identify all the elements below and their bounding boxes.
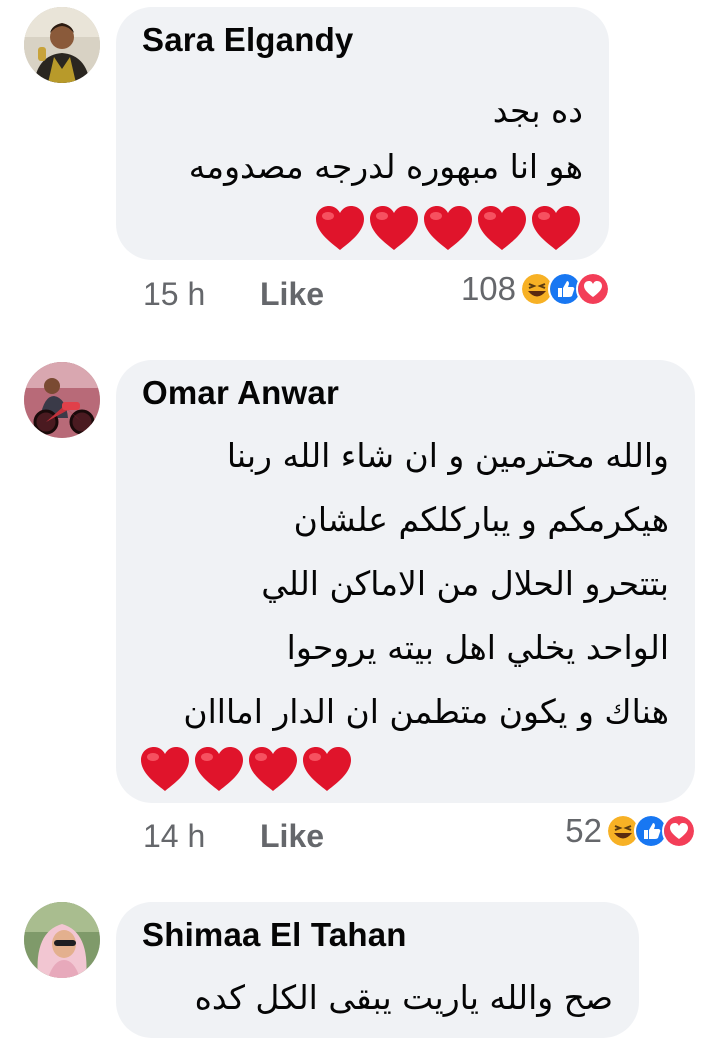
heart-emoji-icon xyxy=(370,206,418,250)
comment-text-line: هناك و يكون متطمن ان الدار امااان xyxy=(183,692,669,731)
avatar[interactable] xyxy=(24,7,100,83)
comment-author[interactable]: Omar Anwar xyxy=(142,374,339,412)
comment-author[interactable]: Shimaa El Tahan xyxy=(142,916,407,954)
comment-text-line: بتتحرو الحلال من الاماكن اللي xyxy=(261,564,669,603)
comment-text-line: هيكرمكم و يباركلكم علشان xyxy=(293,500,669,539)
comment-text-line: والله محترمين و ان شاء الله ربنا xyxy=(226,436,669,475)
comment-bubble: Shimaa El Tahan صح والله ياريت يبقى الكل… xyxy=(116,902,639,1038)
avatar[interactable] xyxy=(24,362,100,438)
comment-sara-elgandy: Sara Elgandy ده بجد هو انا مبهوره لدرجه … xyxy=(0,0,720,320)
reaction-count: 108 xyxy=(460,270,516,307)
comment-omar-anwar: Omar Anwar والله محترمين و ان شاء الله ر… xyxy=(0,340,720,880)
hearts-row xyxy=(313,203,583,253)
reaction-count: 52 xyxy=(565,812,602,849)
heart-emoji-icon xyxy=(249,747,297,791)
comment-text-line: الواحد يخلي اهل بيته يروحوا xyxy=(286,628,669,667)
reaction-icons xyxy=(606,814,696,848)
heart-emoji-icon xyxy=(141,747,189,791)
comment-text-line: صح والله ياريت يبقى الكل كده xyxy=(194,978,613,1017)
comment-text-line: هو انا مبهوره لدرجه مصدومه xyxy=(188,147,583,186)
comment-timestamp[interactable]: 14 h xyxy=(143,818,205,855)
reactions-summary[interactable]: 52 xyxy=(565,812,696,850)
comment-author[interactable]: Sara Elgandy xyxy=(142,21,354,59)
comment-shimaa-el-tahan: Shimaa El Tahan صح والله ياريت يبقى الكل… xyxy=(0,880,720,1038)
love-icon xyxy=(662,814,696,848)
comment-bubble: Omar Anwar والله محترمين و ان شاء الله ر… xyxy=(116,360,695,803)
reactions-summary[interactable]: 108 xyxy=(461,270,610,308)
avatar[interactable] xyxy=(24,902,100,978)
love-icon xyxy=(576,272,610,306)
heart-emoji-icon xyxy=(195,747,243,791)
comment-bubble: Sara Elgandy ده بجد هو انا مبهوره لدرجه … xyxy=(116,7,609,260)
heart-emoji-icon xyxy=(316,206,364,250)
like-button[interactable]: Like xyxy=(260,276,324,313)
heart-emoji-icon xyxy=(303,747,351,791)
heart-emoji-icon xyxy=(532,206,580,250)
heart-emoji-icon xyxy=(424,206,472,250)
comment-timestamp[interactable]: 15 h xyxy=(143,276,205,313)
comment-text-line: ده بجد xyxy=(492,91,583,130)
hearts-row xyxy=(138,744,354,794)
reaction-icons xyxy=(520,272,610,306)
heart-emoji-icon xyxy=(478,206,526,250)
like-button[interactable]: Like xyxy=(260,818,324,855)
